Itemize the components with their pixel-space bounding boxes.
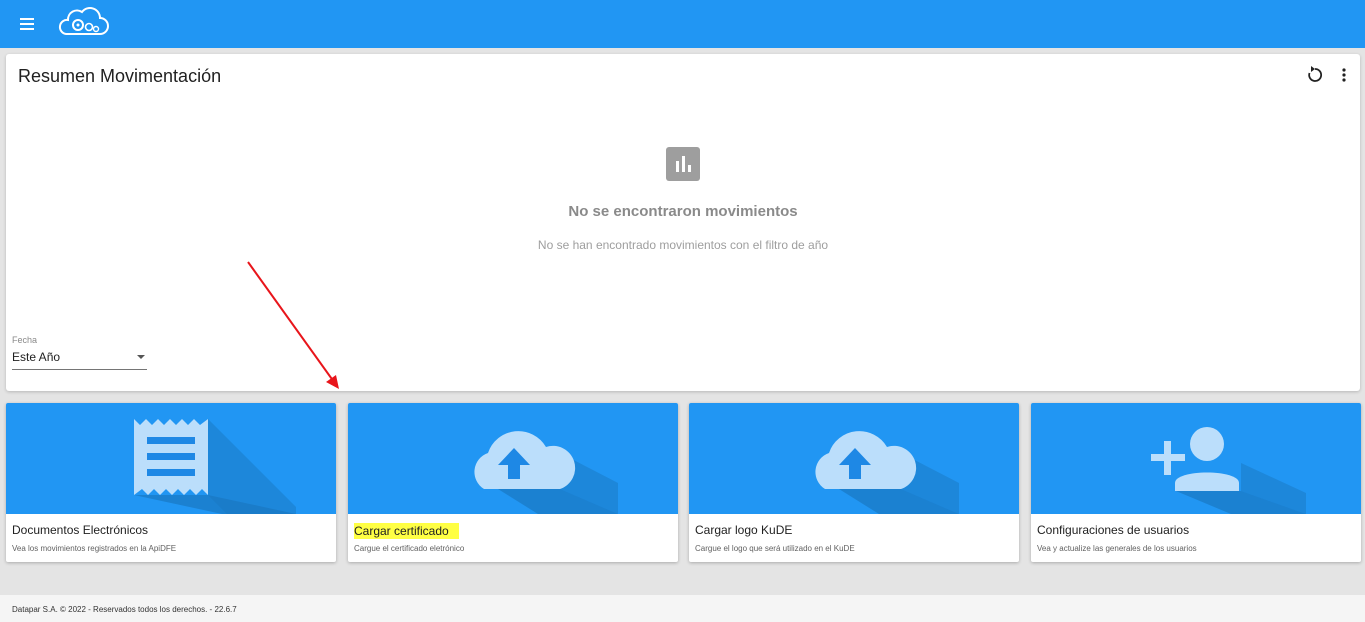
summary-card: Resumen Movimentación No se encontraron … bbox=[6, 54, 1360, 391]
bar-chart-icon bbox=[666, 147, 700, 181]
cloud-upload-icon bbox=[474, 431, 618, 514]
person-add-icon bbox=[1151, 427, 1306, 514]
tile-documentos-electronicos[interactable]: Documentos Electrónicos Vea los movimien… bbox=[6, 403, 336, 562]
tile-description: Cargue el logo que será utilizado en el … bbox=[695, 544, 855, 553]
tile-title: Configuraciones de usuarios bbox=[1037, 523, 1190, 537]
footer-copyright: Datapar S.A. © 2022 - Reservados todos l… bbox=[12, 605, 237, 614]
tile-title: Cargar logo KuDE bbox=[695, 523, 793, 537]
chevron-down-icon bbox=[137, 355, 145, 359]
cloud-gears-logo[interactable] bbox=[56, 6, 110, 40]
footer: Datapar S.A. © 2022 - Reservados todos l… bbox=[0, 595, 1365, 622]
refresh-icon[interactable] bbox=[1304, 64, 1326, 86]
tile-description: Vea los movimientos registrados en la Ap… bbox=[12, 544, 177, 553]
date-filter-label: Fecha bbox=[12, 335, 38, 345]
receipt-icon bbox=[134, 419, 296, 514]
annotation-arrow bbox=[247, 261, 339, 389]
empty-state-subtitle: No se han encontrado movimientos con el … bbox=[537, 238, 829, 252]
tile-banner bbox=[1031, 403, 1361, 514]
tile-configuraciones-usuarios[interactable]: Configuraciones de usuarios Vea y actual… bbox=[1031, 403, 1361, 562]
empty-state-title: No se encontraron movimientos bbox=[568, 203, 798, 220]
tile-title: Documentos Electrónicos bbox=[12, 523, 149, 537]
tile-cargar-certificado[interactable]: Cargar certificado Cargue el certificado… bbox=[348, 403, 678, 562]
date-filter-select[interactable]: Fecha Este Año bbox=[12, 334, 147, 370]
tile-description: Vea y actualize las generales de los usu… bbox=[1037, 544, 1197, 553]
page-title: Resumen Movimentación bbox=[18, 66, 222, 86]
hamburger-menu-icon[interactable] bbox=[12, 12, 42, 36]
cloud-upload-icon bbox=[815, 431, 959, 514]
tile-title: Cargar certificado bbox=[354, 523, 459, 539]
tile-cargar-logo-kude[interactable]: Cargar logo KuDE Cargue el logo que será… bbox=[689, 403, 1019, 562]
tile-description: Cargue el certificado eletrónico bbox=[354, 544, 465, 553]
tile-banner bbox=[6, 403, 336, 514]
date-filter-value: Este Año bbox=[12, 350, 61, 364]
top-app-bar bbox=[0, 0, 1365, 48]
more-vertical-icon[interactable] bbox=[1336, 64, 1352, 86]
tile-banner bbox=[689, 403, 1019, 514]
tile-banner bbox=[348, 403, 678, 514]
